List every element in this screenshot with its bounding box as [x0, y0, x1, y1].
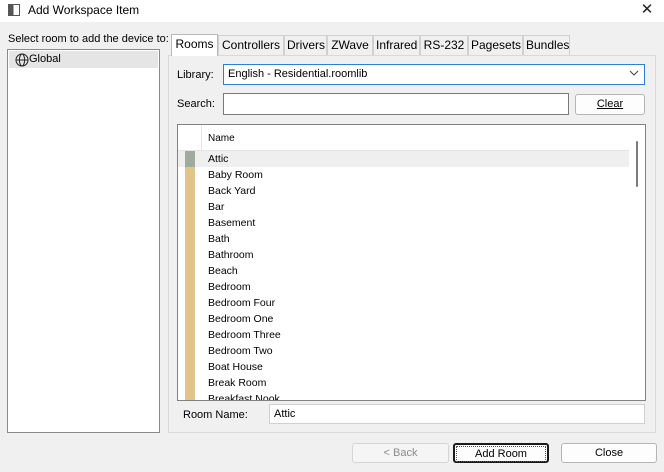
window-close-button[interactable]: ✕ [630, 0, 664, 22]
room-tree[interactable]: Global [7, 49, 160, 433]
list-item[interactable]: Bedroom Four [178, 295, 630, 311]
list-item[interactable]: Bedroom Three [178, 327, 630, 343]
list-item[interactable]: Boat House [178, 359, 630, 375]
row-marker-icon [185, 231, 195, 247]
chevron-down-icon [629, 70, 639, 76]
list-item-label: Boat House [208, 361, 263, 373]
list-item[interactable]: Baby Room [178, 167, 630, 183]
list-item[interactable]: Bathroom [178, 247, 630, 263]
tree-item-global[interactable]: Global [9, 51, 158, 68]
list-item-label: Break Room [208, 377, 267, 389]
tab-controllers[interactable]: Controllers [218, 35, 284, 56]
tab-drivers[interactable]: Drivers [284, 35, 327, 56]
search-input[interactable] [223, 93, 569, 115]
close-button[interactable]: Close [561, 443, 657, 463]
tree-item-label: Global [29, 53, 61, 65]
library-label: Library: [177, 69, 214, 81]
library-value: English - Residential.roomlib [228, 68, 368, 80]
library-select[interactable]: English - Residential.roomlib [223, 64, 645, 85]
row-marker-icon [185, 167, 195, 183]
list-item-label: Bedroom Two [208, 345, 273, 357]
list-item[interactable]: Bedroom [178, 279, 630, 295]
room-name-field[interactable]: Attic [269, 404, 645, 424]
tab-pagesets[interactable]: Pagesets [468, 35, 523, 56]
room-list[interactable]: Name Attic Baby Room Back Yard Bar Basement B… [177, 124, 646, 401]
row-marker-icon [185, 359, 195, 375]
list-item-label: Bathroom [208, 249, 254, 261]
window-app-icon [8, 4, 20, 16]
list-item[interactable]: Bedroom Two [178, 343, 630, 359]
list-item-label: Back Yard [208, 185, 256, 197]
list-item-label: Attic [208, 153, 229, 165]
list-item[interactable]: Attic [178, 151, 630, 167]
window-title: Add Workspace Item [28, 3, 140, 17]
list-item-label: Basement [208, 217, 256, 229]
list-item-label: Bath [208, 233, 230, 245]
row-marker-icon [185, 375, 195, 391]
list-item[interactable]: Bath [178, 231, 630, 247]
room-name-label: Room Name: [183, 409, 248, 421]
row-marker-icon [185, 183, 195, 199]
list-item-label: Bedroom Four [208, 297, 276, 309]
list-header: Name [178, 125, 630, 151]
list-item-label: Bedroom One [208, 313, 274, 325]
row-marker-icon [185, 215, 195, 231]
list-item-label: Beach [208, 265, 238, 277]
clear-button[interactable]: Clear [575, 94, 645, 115]
search-label: Search: [177, 98, 215, 110]
add-room-button[interactable]: Add Room [453, 443, 549, 463]
tab-infrared[interactable]: Infrared [373, 35, 420, 56]
row-marker-icon [185, 279, 195, 295]
row-marker-icon [185, 391, 195, 400]
clear-button-label: Clear [596, 98, 624, 110]
globe-icon [15, 53, 29, 67]
list-item-label: Breakfast Nook [208, 393, 280, 401]
title-bar: Add Workspace Item ✕ [0, 0, 664, 22]
row-marker-icon [185, 151, 195, 167]
list-item[interactable]: Bar [178, 199, 630, 215]
list-item-label: Bedroom Three [208, 329, 281, 341]
add-room-label: Add Room [456, 446, 546, 462]
row-marker-icon [185, 247, 195, 263]
list-item[interactable]: Back Yard [178, 183, 630, 199]
room-name-value: Attic [274, 408, 296, 420]
list-item-label: Bar [208, 201, 225, 213]
list-item[interactable]: Break Room [178, 375, 630, 391]
row-marker-icon [185, 343, 195, 359]
row-marker-icon [185, 311, 195, 327]
list-item[interactable]: Breakfast Nook [178, 391, 630, 401]
vertical-scrollbar[interactable] [629, 125, 645, 400]
row-marker-icon [185, 199, 195, 215]
column-header-name[interactable]: Name [208, 133, 235, 144]
tab-bundles[interactable]: Bundles [523, 35, 570, 56]
list-header-corner [178, 125, 202, 151]
row-marker-icon [185, 295, 195, 311]
list-item[interactable]: Beach [178, 263, 630, 279]
tab-rs232[interactable]: RS-232 [420, 35, 468, 56]
list-item[interactable]: Basement [178, 215, 630, 231]
row-marker-icon [185, 263, 195, 279]
tab-rooms[interactable]: Rooms [171, 34, 218, 56]
row-marker-icon [185, 327, 195, 343]
list-rows: Attic Baby Room Back Yard Bar Basement Bath Ba… [178, 151, 630, 401]
back-button[interactable]: < Back [352, 443, 449, 463]
scrollbar-thumb[interactable] [636, 141, 638, 187]
list-item[interactable]: Bedroom One [178, 311, 630, 327]
list-item-label: Baby Room [208, 169, 263, 181]
list-item-label: Bedroom [208, 281, 251, 293]
tab-zwave[interactable]: ZWave [327, 35, 373, 56]
room-tree-label: Select room to add the device to: [8, 33, 169, 45]
